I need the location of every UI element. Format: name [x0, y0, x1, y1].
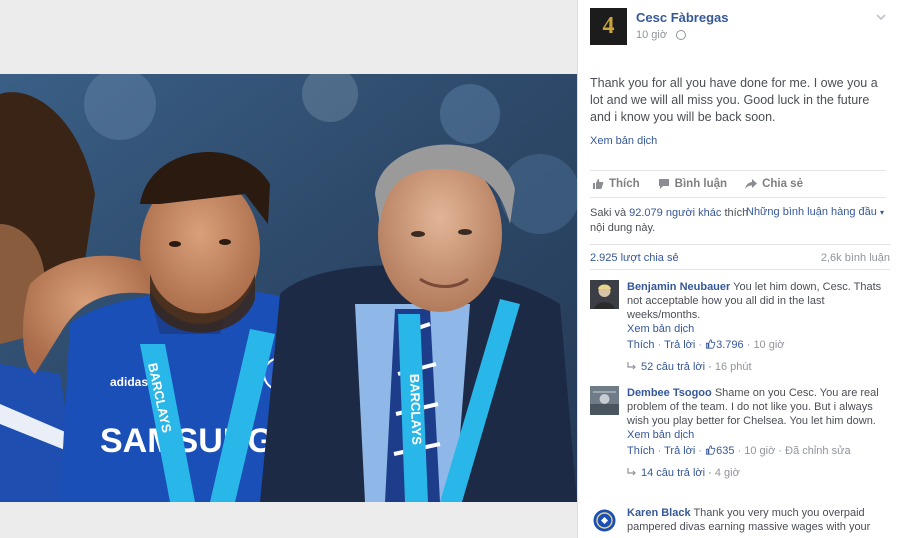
- see-translation-link[interactable]: Xem bản dịch: [590, 135, 657, 147]
- comment-sort-label: Những bình luận hàng đầu: [746, 206, 877, 218]
- comment-edited[interactable]: Đã chỉnh sửa: [785, 445, 850, 457]
- post-stats: 2.925 lượt chia sẻ 2,6k bình luận: [590, 244, 890, 270]
- see-translation-link[interactable]: Xem bản dịch: [627, 322, 887, 336]
- post-actions: Thích Bình luận Chia sẻ: [590, 170, 886, 198]
- shirt-brand-text: adidas: [110, 375, 148, 389]
- comment-time[interactable]: 10 giờ: [744, 445, 775, 457]
- share-button[interactable]: Chia sẻ: [745, 178, 803, 190]
- reply-arrow-icon: [627, 468, 636, 476]
- comment-reply-link[interactable]: Trả lời: [664, 339, 695, 351]
- likes-prefix: Saki và: [590, 207, 627, 219]
- globe-icon: [676, 30, 686, 40]
- caret-down-icon: ▾: [879, 208, 884, 217]
- comment-meta: Thích · Trả lời · 635 · 10 giờ · Đã chỉn…: [627, 445, 851, 457]
- comment-like-link[interactable]: Thích: [627, 339, 655, 351]
- comment-like-link[interactable]: Thích: [627, 445, 655, 457]
- comment-reply-link[interactable]: Trả lời: [664, 445, 695, 457]
- like-label: Thích: [609, 178, 640, 190]
- likes-text: Saki và 92.079 người khác thích nội dung…: [590, 206, 750, 236]
- replies-count: 14 câu trả lời: [641, 467, 706, 479]
- thumbs-up-icon: [706, 445, 716, 455]
- avatar[interactable]: [590, 506, 619, 535]
- replies-count: 52 câu trả lời: [641, 361, 706, 373]
- comment-author[interactable]: Benjamin Neubauer: [627, 281, 730, 293]
- shares-count[interactable]: 2.925 lượt chia sẻ: [590, 252, 679, 264]
- thumbs-up-icon: [593, 179, 604, 189]
- chevron-down-icon[interactable]: [874, 10, 888, 24]
- post-timestamp[interactable]: 10 giờ: [636, 29, 667, 41]
- share-icon: [745, 179, 758, 189]
- comment-author[interactable]: Karen Black: [627, 507, 691, 519]
- view-replies-link[interactable]: 14 câu trả lời · 4 giờ: [627, 466, 887, 480]
- view-replies-link[interactable]: 52 câu trả lời · 16 phút: [627, 360, 887, 374]
- comment-sort-dropdown[interactable]: Những bình luận hàng đầu ▾: [746, 206, 884, 218]
- comment-icon: [658, 179, 669, 189]
- post-sidebar: 4 Cesc Fàbregas 10 giờ Thank you for all…: [577, 0, 900, 538]
- avatar[interactable]: [590, 386, 619, 415]
- post-lightbox: SAMSUNG adidas BARCLAYS BARCLAYS 4 Cesc …: [0, 0, 900, 538]
- post-photo[interactable]: SAMSUNG adidas BARCLAYS BARCLAYS: [0, 74, 577, 502]
- comment-author[interactable]: Dembee Tsogoo: [627, 387, 712, 399]
- page-avatar-glyph: 4: [602, 13, 615, 39]
- comment-label: Bình luận: [674, 178, 728, 190]
- photo-viewer: SAMSUNG adidas BARCLAYS BARCLAYS: [0, 0, 577, 538]
- post-header: 4 Cesc Fàbregas 10 giờ: [578, 0, 900, 58]
- comments-count: 2,6k bình luận: [820, 252, 890, 264]
- comment-meta: Thích · Trả lời · 3.796 · 10 giờ: [627, 339, 785, 351]
- see-translation-link[interactable]: Xem bản dịch: [627, 428, 887, 442]
- lanyard-text: BARCLAYS: [407, 374, 424, 446]
- replies-time: 4 giờ: [714, 467, 740, 479]
- comment-button[interactable]: Bình luận: [658, 178, 727, 190]
- reply-arrow-icon: [627, 362, 636, 370]
- replies-time: 16 phút: [714, 361, 752, 373]
- thumbs-up-icon: [706, 339, 716, 349]
- page-name[interactable]: Cesc Fàbregas: [636, 10, 729, 25]
- share-label: Chia sẻ: [762, 178, 803, 190]
- comment-like-count[interactable]: 3.796: [716, 339, 744, 351]
- like-button[interactable]: Thích: [592, 178, 640, 190]
- likes-others-link[interactable]: 92.079 người khác: [629, 207, 721, 219]
- comment-like-count[interactable]: 635: [716, 445, 734, 457]
- comment-time[interactable]: 10 giờ: [753, 339, 784, 351]
- avatar[interactable]: [590, 280, 619, 309]
- post-text: Thank you for all you have done for me. …: [590, 76, 878, 124]
- page-avatar[interactable]: 4: [590, 8, 627, 45]
